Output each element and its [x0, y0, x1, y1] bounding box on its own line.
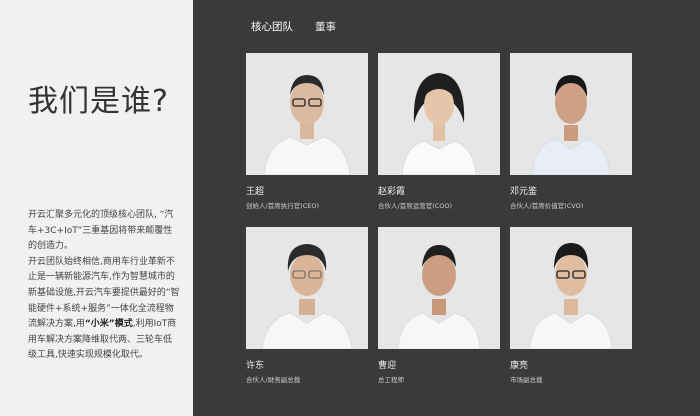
intro-paragraph-2: 开云团队始终相信,商用车行业革新不止是一辆新能源汽车,作为智慧城市的新基础设施,…: [28, 255, 180, 364]
team-member-card[interactable]: 康亮 市场副总裁: [510, 227, 632, 384]
member-photo: [510, 53, 632, 175]
team-member-card[interactable]: 王超 创始人/首席执行官(CEO): [246, 53, 368, 210]
member-photo: [246, 53, 368, 175]
member-role: 合伙人/财务副总裁: [246, 376, 301, 384]
member-name: 许东: [246, 361, 265, 371]
member-name: 赵彩霞: [378, 187, 406, 197]
tab-core-team[interactable]: 核心团队: [251, 19, 293, 34]
team-member-card[interactable]: 赵彩霞 合伙人/首席运营官(COO): [378, 53, 500, 210]
member-photo: [510, 227, 632, 349]
xiaomi-mode-highlight: “小米”模式: [84, 319, 133, 330]
member-photo: [246, 227, 368, 349]
member-role: 市场副总裁: [510, 376, 543, 384]
tab-board[interactable]: 董事: [315, 19, 336, 34]
team-member-card[interactable]: 邓元鉴 合伙人/首席价值官(CVO): [510, 53, 632, 210]
page-title: 我们是谁?: [28, 84, 169, 119]
member-name: 康亮: [510, 361, 529, 371]
member-name: 王超: [246, 187, 265, 197]
team-member-card[interactable]: 曹迎 总工程师: [378, 227, 500, 384]
member-role: 合伙人/首席价值官(CVO): [510, 202, 584, 210]
team-panel: 核心团队 董事 王超 创始人/首席执行官(CEO) 赵彩霞 合伙人/首席运营官(…: [193, 0, 700, 416]
member-photo: [378, 53, 500, 175]
member-role: 总工程师: [378, 376, 404, 384]
team-tabs: 核心团队 董事: [251, 19, 336, 34]
team-member-card[interactable]: 许东 合伙人/财务副总裁: [246, 227, 368, 384]
intro-panel: 我们是谁? 开云汇聚多元化的顶级核心团队, “汽车+3C+IoT”三重基因将带来…: [0, 0, 193, 416]
member-role: 创始人/首席执行官(CEO): [246, 202, 320, 210]
intro-paragraph-1: 开云汇聚多元化的顶级核心团队, “汽车+3C+IoT”三重基因将带来颠覆性的创造…: [28, 210, 174, 252]
member-name: 邓元鉴: [510, 187, 538, 197]
intro-text: 开云汇聚多元化的顶级核心团队, “汽车+3C+IoT”三重基因将带来颠覆性的创造…: [28, 208, 180, 364]
member-name: 曹迎: [378, 361, 397, 371]
member-role: 合伙人/首席运营官(COO): [378, 202, 453, 210]
member-photo: [378, 227, 500, 349]
